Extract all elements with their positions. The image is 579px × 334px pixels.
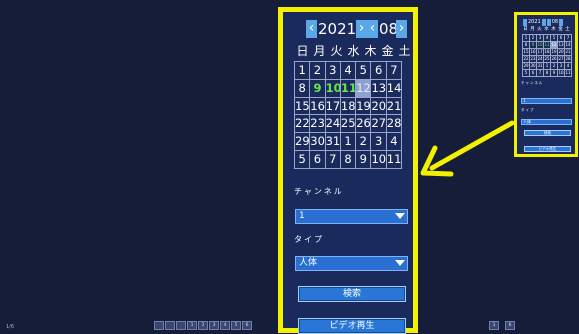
zoom-pointer-arrow-icon [420,120,515,177]
arrow-shaft [429,120,515,171]
